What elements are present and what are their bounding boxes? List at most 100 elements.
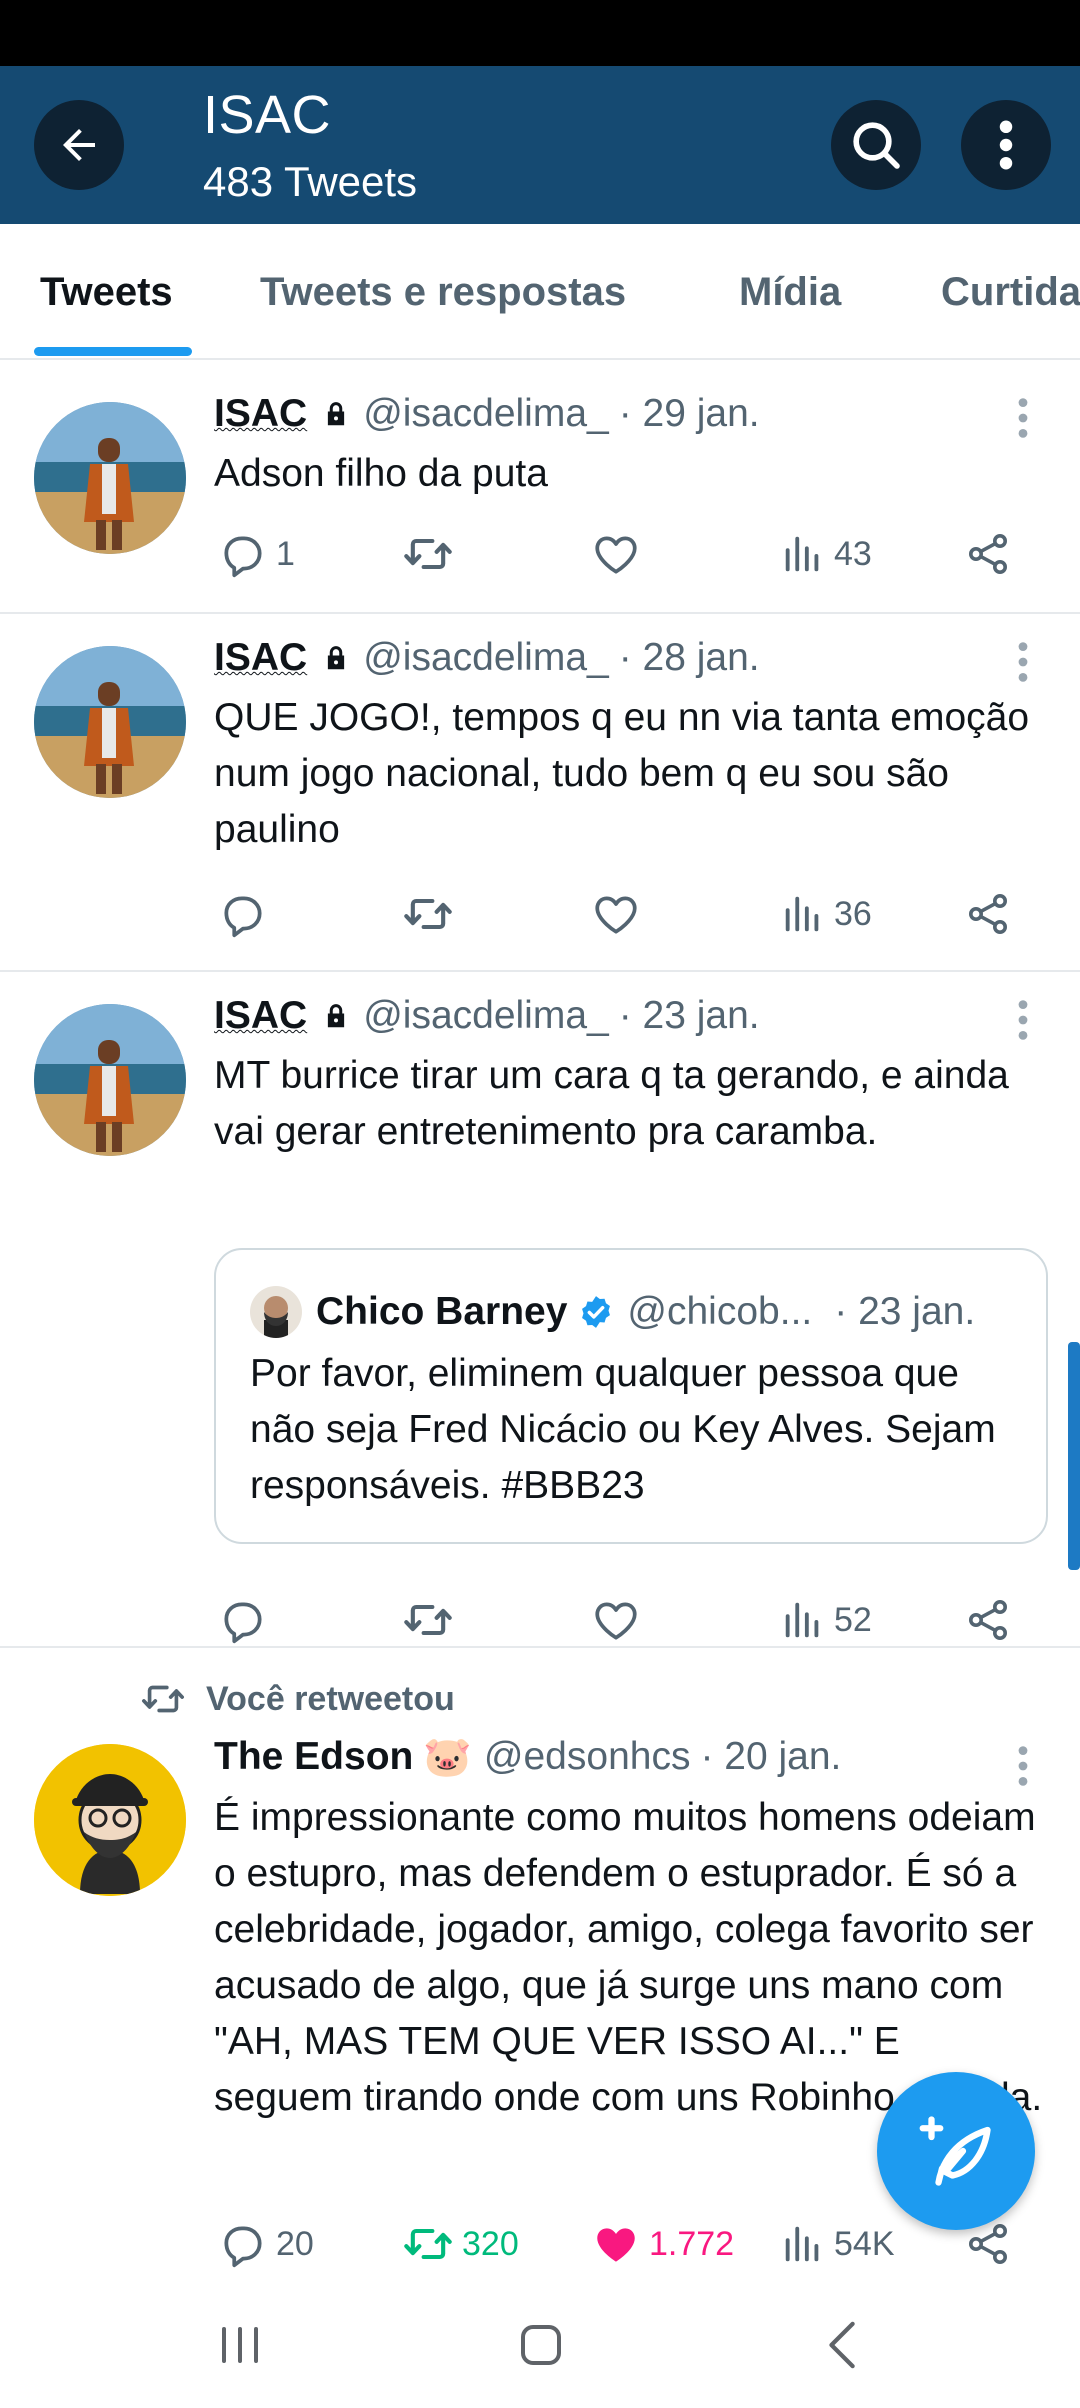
home-icon	[521, 2325, 561, 2365]
app-header: ISAC 483 Tweets	[0, 66, 1080, 224]
tweet-more-icon[interactable]	[1012, 998, 1034, 1042]
author-name[interactable]: ISAC	[214, 392, 307, 436]
like-icon	[591, 529, 641, 579]
tweet-actions: 36	[0, 884, 1080, 944]
tweet-item[interactable]: ISAC @isacdelima_ · 23 jan. MT burrice t…	[0, 972, 1080, 1648]
reply-icon	[218, 889, 268, 939]
views-count: 52	[834, 1600, 872, 1639]
tweet-actions: 20 320 1.772 54K	[0, 2214, 1080, 2274]
views-button[interactable]: 54K	[780, 2214, 895, 2274]
like-button[interactable]	[591, 1590, 641, 1650]
views-count: 43	[834, 534, 872, 573]
retweet-button[interactable]: 320	[402, 2214, 519, 2274]
share-button[interactable]	[964, 524, 1012, 584]
share-icon	[964, 890, 1012, 938]
recent-apps-button[interactable]	[205, 2310, 275, 2380]
active-tab-indicator	[34, 347, 192, 356]
views-icon	[780, 2221, 826, 2267]
quoted-tweet[interactable]: Chico Barney @chicob... · 23 jan. Por fa…	[214, 1248, 1048, 1544]
tweet-header: The Edson 🐷 @edsonhcs · 20 jan.	[214, 1734, 841, 1780]
views-icon	[780, 1597, 826, 1643]
avatar[interactable]	[34, 646, 186, 798]
tweet-more-icon[interactable]	[1012, 1744, 1034, 1788]
back-button[interactable]	[34, 100, 124, 190]
views-icon	[780, 531, 826, 577]
quoted-tweet-date: · 23 jan.	[834, 1290, 976, 1333]
tweet-date: · 23 jan.	[618, 994, 760, 1037]
tweet-text: É impressionante como muitos homens odei…	[214, 1796, 1043, 2119]
tab-media[interactable]: Mídia	[739, 270, 841, 315]
like-icon	[591, 2219, 641, 2269]
tweet-header: ISAC @isacdelima_ · 29 jan.	[214, 392, 760, 436]
author-name[interactable]: The Edson	[214, 1735, 413, 1779]
retweet-context: Você retweetou	[140, 1676, 455, 1722]
search-icon	[853, 122, 900, 169]
tab-tweets-and-replies[interactable]: Tweets e respostas	[260, 270, 626, 315]
tweet-text: Adson filho da puta	[214, 452, 548, 495]
reply-button[interactable]	[218, 884, 268, 944]
tweet-count: 483 Tweets	[203, 158, 418, 205]
views-button[interactable]: 52	[780, 1590, 872, 1650]
more-vertical-icon	[999, 120, 1013, 170]
profile-tabs: Tweets Tweets e respostas Mídia Curtidas	[0, 224, 1080, 360]
retweet-icon	[402, 888, 454, 940]
status-bar	[0, 0, 1080, 66]
home-button[interactable]	[506, 2310, 576, 2380]
author-name[interactable]: ISAC	[214, 636, 307, 680]
reply-button[interactable]: 1	[218, 524, 295, 584]
profile-name: ISAC	[203, 85, 332, 145]
views-count: 54K	[834, 2224, 895, 2263]
lock-icon	[321, 399, 351, 429]
back-arrow-icon	[63, 129, 95, 161]
views-icon	[780, 891, 826, 937]
scrollbar[interactable]	[1068, 1342, 1080, 1570]
tweet-date: · 20 jan.	[700, 1735, 842, 1778]
reply-count: 1	[276, 534, 295, 573]
reply-icon	[218, 529, 268, 579]
share-button[interactable]	[964, 1590, 1012, 1650]
like-icon	[591, 1595, 641, 1645]
quoted-author-handle: @chicob...	[627, 1290, 813, 1333]
reply-button[interactable]: 20	[218, 2214, 314, 2274]
avatar[interactable]	[34, 1004, 186, 1156]
like-button[interactable]	[591, 524, 641, 584]
tab-tweets[interactable]: Tweets	[40, 270, 173, 315]
back-chevron-icon	[829, 2321, 855, 2369]
like-icon	[591, 889, 641, 939]
views-count: 36	[834, 894, 872, 933]
tab-likes[interactable]: Curtidas	[941, 270, 1080, 315]
reply-button[interactable]	[218, 1590, 268, 1650]
search-button[interactable]	[831, 100, 921, 190]
more-options-button[interactable]	[961, 100, 1051, 190]
back-nav-button[interactable]	[808, 2310, 878, 2380]
views-button[interactable]: 36	[780, 884, 872, 944]
retweet-icon	[402, 1594, 454, 1646]
quoted-tweet-text: Por favor, eliminem qualquer pessoa que …	[250, 1352, 996, 1507]
reply-count: 20	[276, 2224, 314, 2263]
compose-tweet-button[interactable]	[877, 2072, 1035, 2230]
recent-apps-icon	[222, 2327, 258, 2363]
retweet-icon	[402, 2218, 454, 2270]
avatar[interactable]	[34, 1744, 186, 1896]
quoted-tweet-header: Chico Barney @chicob... · 23 jan.	[250, 1286, 975, 1338]
retweet-button[interactable]	[402, 1590, 454, 1650]
share-icon	[964, 530, 1012, 578]
author-emoji: 🐷	[423, 1736, 472, 1779]
tweet-more-icon[interactable]	[1012, 396, 1034, 440]
tweet-more-icon[interactable]	[1012, 640, 1034, 684]
tweet-item[interactable]: ISAC @isacdelima_ · 28 jan. QUE JOGO!, t…	[0, 614, 1080, 972]
verified-icon	[582, 1296, 611, 1328]
retweet-button[interactable]	[402, 884, 454, 944]
views-button[interactable]: 43	[780, 524, 872, 584]
author-handle: @edsonhcs	[483, 1735, 691, 1778]
like-count: 1.772	[649, 2224, 735, 2263]
retweet-count: 320	[462, 2224, 519, 2263]
author-name[interactable]: ISAC	[214, 994, 307, 1038]
like-button[interactable]	[591, 884, 641, 944]
share-button[interactable]	[964, 884, 1012, 944]
retweet-label: Você retweetou	[206, 1679, 455, 1718]
retweet-button[interactable]	[402, 524, 454, 584]
like-button[interactable]: 1.772	[591, 2214, 734, 2274]
reply-icon	[218, 1595, 268, 1645]
tweet-item[interactable]: ISAC @isacdelima_ · 29 jan. Adson filho …	[0, 362, 1080, 614]
